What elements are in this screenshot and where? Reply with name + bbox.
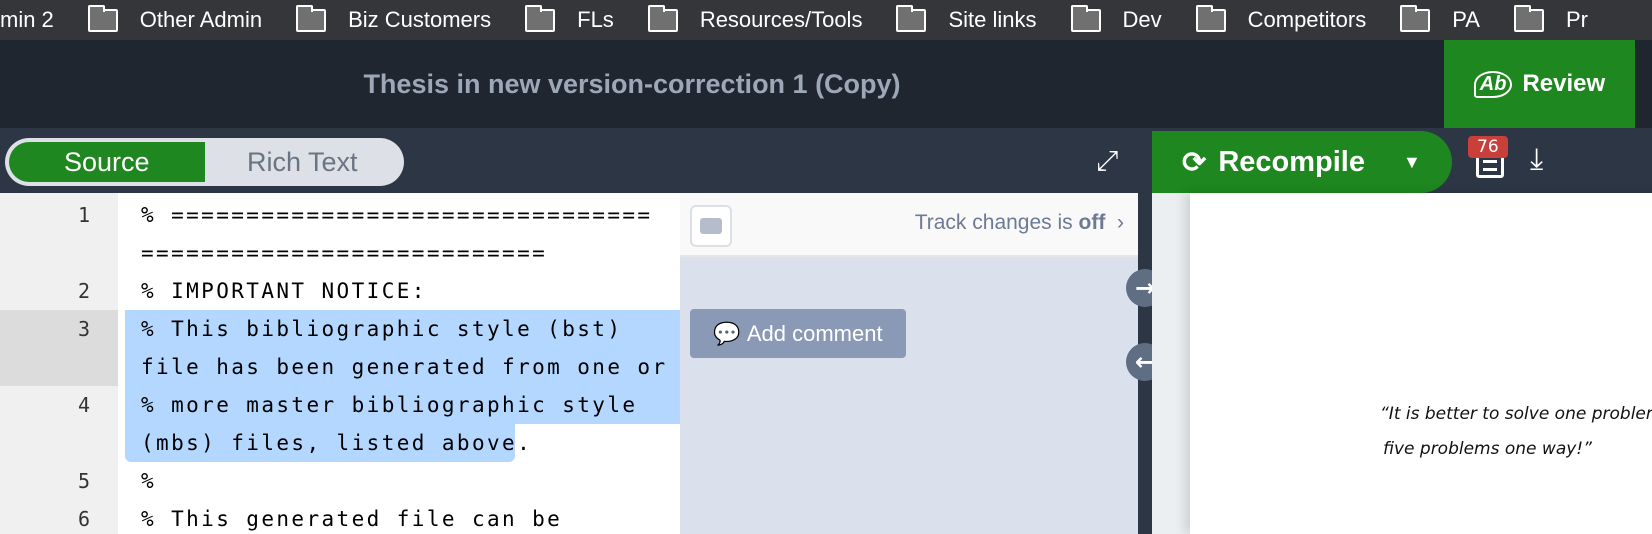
- bookmark-label: PA: [1452, 7, 1480, 32]
- code-line[interactable]: 1 % ================================: [0, 196, 680, 234]
- expand-icon[interactable]: ⤢: [1096, 144, 1118, 178]
- line-number: 6: [77, 507, 90, 531]
- folder-icon: [647, 4, 678, 32]
- folder-icon: [1195, 4, 1226, 32]
- code-text: ===========================: [141, 241, 548, 265]
- bookmark-label: Site links: [948, 7, 1037, 32]
- toolbar: Source Rich Text ⤢ ⟳ Recompile ▼ 76 ⤓: [0, 128, 1652, 193]
- pdf-quote-line-1: “It is better to solve one problem: [1380, 404, 1652, 424]
- line-number: 4: [77, 393, 90, 417]
- bookmark-label: Biz Customers: [348, 7, 492, 32]
- editor-mode-toggle[interactable]: Source Rich Text: [5, 138, 404, 186]
- review-label: Review: [1522, 70, 1606, 97]
- download-icon[interactable]: ⤓: [1530, 142, 1543, 177]
- folder-icon: [896, 4, 927, 32]
- inbox-icon[interactable]: [690, 205, 732, 247]
- bookmark-item[interactable]: Dev: [1070, 4, 1162, 33]
- chevron-down-icon[interactable]: ▼: [1403, 152, 1421, 173]
- bookmark-item[interactable]: Competitors: [1195, 4, 1367, 33]
- pdf-preview: “It is better to solve one problem five …: [1152, 193, 1652, 534]
- line-number: 1: [77, 203, 90, 227]
- pdf-quote-line-2: five problems one way!”: [1383, 439, 1592, 459]
- line-number: 5: [77, 469, 90, 493]
- code-text: % more master bibliographic style: [141, 393, 638, 417]
- bookmark-label: FLs: [577, 7, 614, 32]
- line-number: 2: [77, 279, 90, 303]
- folder-icon: [1070, 4, 1101, 32]
- bookmark-item[interactable]: PA: [1400, 4, 1480, 33]
- track-changes-state: off: [1078, 211, 1106, 234]
- code-text: (mbs) files, listed above.: [141, 431, 533, 455]
- add-comment-label: Add comment: [746, 320, 883, 346]
- recompile-label: Recompile: [1218, 145, 1365, 178]
- code-text: % IMPORTANT NOTICE:: [141, 279, 427, 303]
- logs-count-badge: 76: [1468, 136, 1508, 158]
- project-title: Thesis in new version-correction 1 (Copy…: [363, 69, 901, 99]
- bookmark-item[interactable]: Biz Customers: [296, 4, 492, 33]
- review-panel: Track changes is off › 💬 Add comment: [680, 193, 1138, 534]
- code-line[interactable]: file has been generated from one or: [0, 348, 680, 386]
- folder-icon: [296, 4, 327, 32]
- bookmarks-bar: min 2 Other Admin Biz Customers FLs Resource…: [0, 0, 1652, 40]
- comment-icon: 💬: [713, 320, 741, 346]
- bookmark-label: Other Admin: [139, 7, 263, 32]
- code-text: % This generated file can be: [141, 507, 563, 531]
- bookmark-item[interactable]: Pr: [1513, 4, 1588, 33]
- review-button[interactable]: Ab Review: [1444, 40, 1635, 128]
- code-line[interactable]: ===========================: [0, 234, 680, 272]
- bookmark-item[interactable]: FLs: [525, 4, 614, 33]
- code-line[interactable]: 6 % This generated file can be: [0, 500, 680, 534]
- refresh-icon: ⟳: [1182, 146, 1207, 179]
- bookmark-label: Resources/Tools: [699, 7, 863, 32]
- add-comment-button[interactable]: 💬 Add comment: [690, 309, 906, 358]
- bookmark-label: Pr: [1565, 7, 1588, 32]
- folder-icon: [1400, 4, 1431, 32]
- code-text: file has been generated from one or: [141, 355, 668, 379]
- bookmark-item[interactable]: Resources/Tools: [647, 4, 863, 33]
- code-text: %: [141, 469, 157, 493]
- track-changes-text: Track changes is: [914, 211, 1079, 234]
- bookmark-item[interactable]: Site links: [896, 4, 1037, 33]
- review-panel-header: Track changes is off ›: [680, 193, 1138, 257]
- code-line[interactable]: 5%: [0, 462, 680, 500]
- code-text: % ================================: [141, 203, 653, 227]
- line-number: 3: [77, 317, 90, 341]
- code-line[interactable]: 2 % IMPORTANT NOTICE:: [0, 272, 680, 310]
- code-line[interactable]: (mbs) files, listed above.: [0, 424, 680, 462]
- folder-icon: [87, 4, 118, 32]
- source-tab[interactable]: Source: [9, 142, 205, 182]
- folder-icon: [525, 4, 556, 32]
- review-ab-icon: Ab: [1473, 70, 1513, 98]
- chevron-right-icon: ›: [1105, 211, 1124, 234]
- bookmark-label: min 2: [0, 7, 54, 32]
- code-text: % This bibliographic style (bst): [141, 317, 623, 341]
- bookmark-label: Competitors: [1247, 7, 1367, 32]
- title-bar: Thesis in new version-correction 1 (Copy…: [0, 40, 1652, 128]
- bookmark-item[interactable]: min 2: [0, 7, 54, 33]
- code-line[interactable]: 3 % This bibliographic style (bst): [0, 310, 680, 348]
- recompile-button[interactable]: ⟳ Recompile ▼: [1152, 131, 1452, 193]
- code-line[interactable]: 4 % more master bibliographic style: [0, 386, 680, 424]
- pdf-page: “It is better to solve one problem five …: [1190, 193, 1652, 534]
- bookmark-label: Dev: [1122, 7, 1162, 32]
- track-changes-toggle[interactable]: Track changes is off ›: [915, 193, 1124, 253]
- code-editor[interactable]: 1 % ================================ =====…: [0, 193, 680, 534]
- bookmark-item[interactable]: Other Admin: [87, 4, 263, 33]
- rich-text-tab[interactable]: Rich Text: [205, 142, 401, 182]
- folder-icon: [1513, 4, 1544, 32]
